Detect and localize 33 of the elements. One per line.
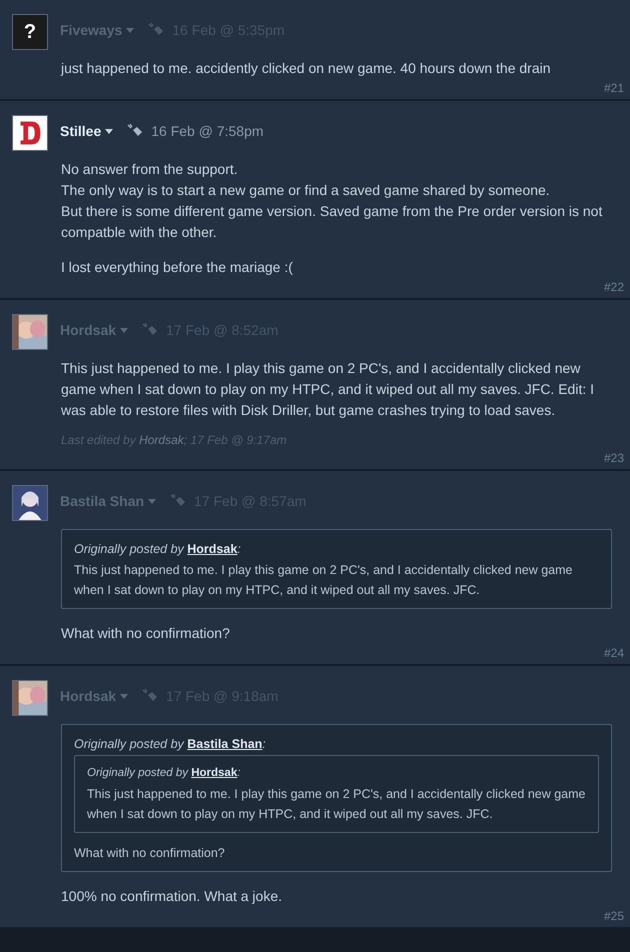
avatar-figure-icon[interactable] [12, 485, 48, 521]
post-number[interactable]: #23 [604, 449, 624, 467]
mouse-icon [142, 323, 158, 337]
caret-icon[interactable] [105, 128, 114, 134]
post-text: I lost everything before the mariage :( [61, 258, 294, 277]
post-text: The only way is to start a new game or find a saved game shared by someone. [61, 181, 551, 200]
author-link[interactable]: Hordsak [191, 767, 238, 779]
author-name[interactable]: Stillee [60, 120, 102, 142]
post-text: This just happened to me. I play this game on 2 PC's, and I accidentally clicked new game when I sat down to play on my HTPC, and it wiped out all my saves. JFC. [74, 562, 574, 599]
quote-attribution: Originally posted by Hordsak: [87, 766, 242, 781]
mouse-icon [170, 494, 186, 508]
post-text: This just happened to me. I play this game on 2 PC's, and I accidentally clicked new game when I sat down to play on my HTPC, and it wiped out all my saves. JFC. Edit: I was able to restore files with Disk Driller, but game crashes trying to load saves. [61, 359, 596, 420]
avatar[interactable]: ? [12, 14, 48, 50]
post-number[interactable]: #21 [604, 79, 624, 97]
post-text: What with no confirmation? [61, 624, 231, 643]
mouse-icon [148, 23, 164, 37]
post-timestamp: 16 Feb @ 7:58pm [151, 122, 264, 141]
quote-attribution: Originally posted by Bastila Shan: [74, 736, 267, 753]
post-text: 100% no confirmation. What a joke. [61, 887, 284, 906]
post-text: No answer from the support. [61, 160, 239, 179]
mouse-icon [127, 124, 144, 138]
mouse-icon [142, 689, 158, 703]
post-text: What with no confirmation? [74, 845, 226, 862]
post-text: This just happened to me. I play this game on 2 PC's, and I accidentally clicked new game when I sat down to play on my HTPC, and it wiped out all my saves. JFC. [87, 786, 586, 823]
post-text: But there is some different game version. Saved game from the Pre order version is not compatble with the other. [61, 202, 604, 242]
post-number[interactable]: #22 [604, 278, 624, 296]
post-number[interactable]: #25 [604, 907, 624, 925]
author-link[interactable]: Hordsak [187, 542, 238, 556]
quote-attribution: Originally posted by Hordsak: [74, 541, 242, 558]
author-link[interactable]: Bastila Shan [187, 737, 262, 751]
avatar-logo-icon[interactable] [12, 115, 48, 151]
post-text: just happened to me. accidently clicked on new game. 40 hours down the drain [61, 59, 552, 78]
post-number[interactable]: #24 [604, 644, 624, 662]
